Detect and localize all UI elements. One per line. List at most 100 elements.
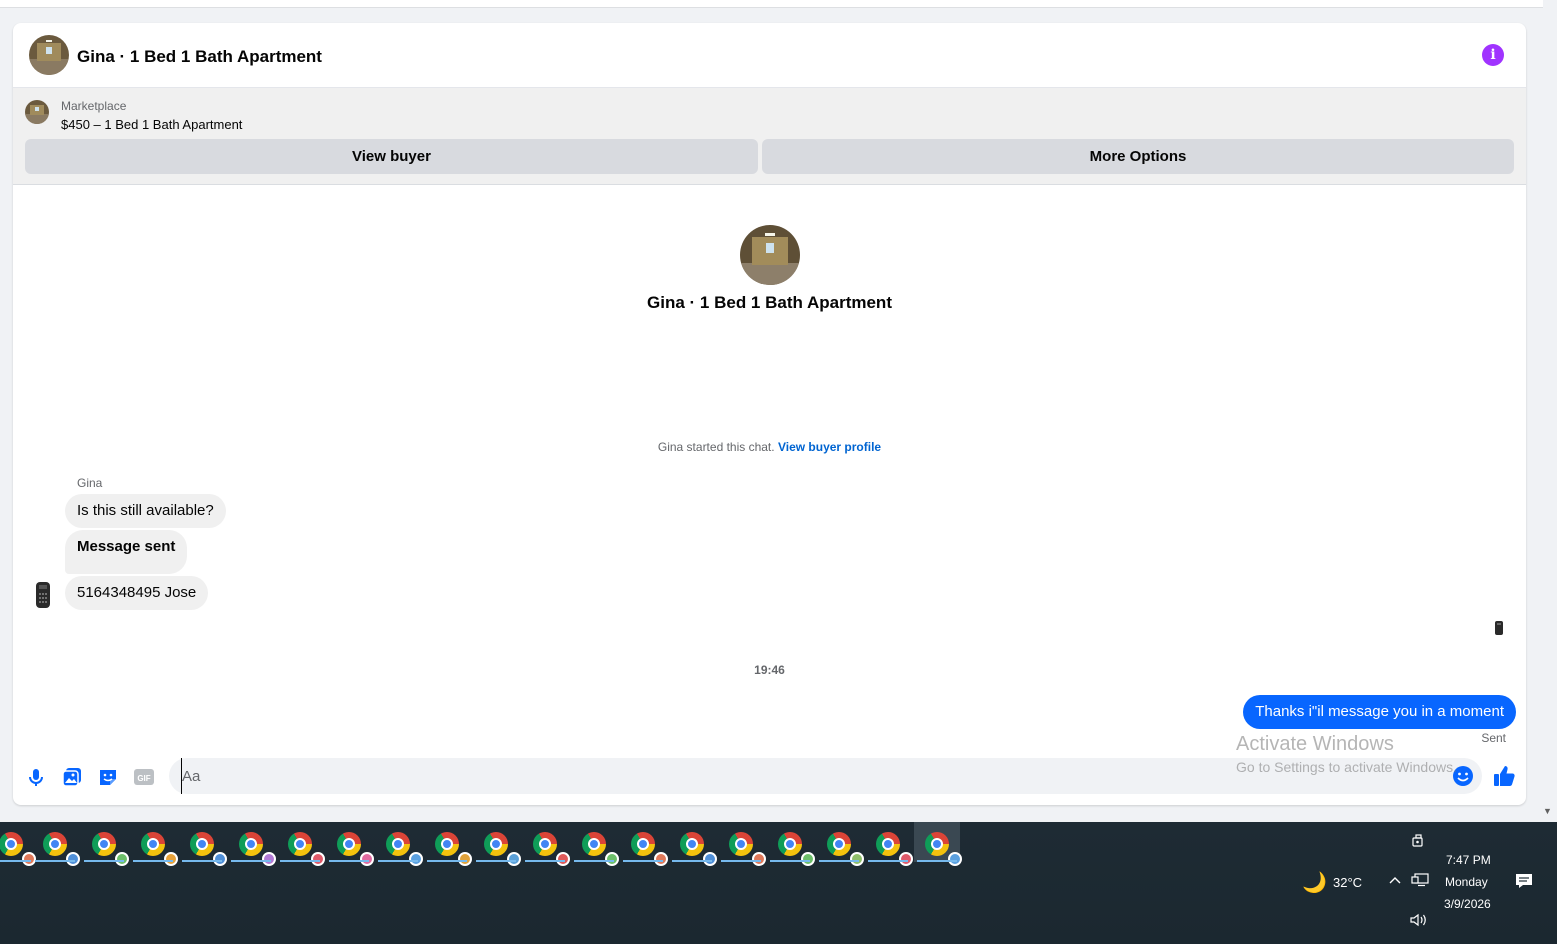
running-indicator	[280, 860, 320, 862]
taskbar-chrome-app[interactable]	[718, 822, 766, 866]
chat-started-text: Gina started this chat.	[657, 440, 775, 454]
svg-text:GIF: GIF	[137, 774, 150, 783]
outgoing-message[interactable]: Thanks i"il message you in a moment	[1243, 695, 1516, 729]
chrome-icon	[190, 832, 227, 866]
profile-badge-icon	[213, 852, 227, 866]
meet-now-icon[interactable]	[1411, 834, 1425, 851]
taskbar-chrome-app[interactable]	[816, 822, 864, 866]
chrome-icon	[484, 832, 521, 866]
sender-name: Gina	[77, 476, 103, 490]
taskbar-chrome-app[interactable]	[669, 822, 717, 866]
moon-icon[interactable]: 🌙	[1302, 870, 1327, 895]
clock-time[interactable]: 7:47 PM	[1446, 853, 1491, 867]
running-indicator	[525, 860, 565, 862]
clock-date[interactable]: 3/9/2026	[1444, 897, 1491, 911]
activation-watermark-subtitle: Go to Settings to activate Windows.	[1236, 759, 1457, 775]
network-icon[interactable]	[1411, 873, 1429, 890]
profile-badge-icon	[360, 852, 374, 866]
running-indicator	[35, 860, 75, 862]
chrome-icon	[386, 832, 423, 866]
taskbar-chrome-app[interactable]	[767, 822, 815, 866]
running-indicator	[84, 860, 124, 862]
profile-badge-icon	[605, 852, 619, 866]
taskbar-chrome-app[interactable]	[571, 822, 619, 866]
taskbar-chrome-app[interactable]	[81, 822, 129, 866]
running-indicator	[770, 860, 810, 862]
listing-title[interactable]: $450 – 1 Bed 1 Bath Apartment	[61, 117, 242, 132]
taskbar-chrome-app[interactable]	[522, 822, 570, 866]
taskbar-chrome-app[interactable]	[914, 822, 962, 866]
microphone-icon[interactable]	[25, 766, 47, 788]
gif-icon[interactable]: GIF	[133, 766, 155, 788]
chrome-icon	[43, 832, 80, 866]
profile-badge-icon	[262, 852, 276, 866]
message-timestamp: 19:46	[754, 663, 785, 677]
read-receipt-avatar	[1495, 621, 1503, 635]
volume-icon[interactable]	[1410, 913, 1428, 930]
incoming-message[interactable]: 5164348495 Jose	[65, 576, 209, 610]
conversation-profile-photo[interactable]	[740, 225, 800, 285]
chrome-icon	[827, 832, 864, 866]
profile-badge-icon	[66, 852, 80, 866]
incoming-message[interactable]: Is this still available?	[65, 494, 226, 528]
conversation-title: Gina · 1 Bed 1 Bath Apartment	[77, 47, 322, 66]
incoming-message[interactable]: Message sent	[65, 530, 188, 574]
profile-badge-icon	[458, 852, 472, 866]
sticker-icon[interactable]	[97, 766, 119, 788]
info-icon[interactable]: i	[1482, 44, 1504, 66]
profile-badge-icon	[752, 852, 766, 866]
chrome-icon	[141, 832, 178, 866]
chrome-icon	[582, 832, 619, 866]
taskbar-chrome-app[interactable]	[424, 822, 472, 866]
running-indicator	[868, 860, 908, 862]
marketplace-banner: Marketplace $450 – 1 Bed 1 Bath Apartmen…	[13, 87, 1526, 185]
running-indicator	[133, 860, 173, 862]
photo-icon[interactable]	[61, 766, 83, 788]
listing-thumbnail[interactable]	[25, 100, 49, 124]
taskbar-chrome-app[interactable]	[375, 822, 423, 866]
chrome-icon	[729, 832, 766, 866]
sender-avatar[interactable]	[31, 580, 55, 610]
running-indicator	[329, 860, 369, 862]
profile-badge-icon	[850, 852, 864, 866]
taskbar-chrome-app[interactable]	[0, 822, 36, 866]
profile-badge-icon	[164, 852, 178, 866]
view-buyer-button[interactable]: View buyer	[25, 139, 758, 174]
chrome-icon	[435, 832, 472, 866]
profile-badge-icon	[507, 852, 521, 866]
profile-badge-icon	[899, 852, 913, 866]
windows-taskbar: 🌙 32°C 7:47 PM Monday 3/9/2026	[0, 822, 1557, 944]
more-options-button[interactable]: More Options	[762, 139, 1514, 174]
taskbar-chrome-app[interactable]	[473, 822, 521, 866]
taskbar-chrome-app[interactable]	[277, 822, 325, 866]
chrome-icon	[533, 832, 570, 866]
chat-window: Gina · 1 Bed 1 Bath Apartment i Marketpl…	[13, 23, 1526, 805]
activation-watermark-title: Activate Windows	[1236, 733, 1394, 755]
marketplace-label: Marketplace	[61, 99, 127, 113]
message-status: Sent	[1481, 731, 1506, 745]
taskbar-chrome-app[interactable]	[32, 822, 80, 866]
chrome-icon	[288, 832, 325, 866]
running-indicator	[574, 860, 614, 862]
taskbar-chrome-app[interactable]	[130, 822, 178, 866]
chat-header: Gina · 1 Bed 1 Bath Apartment i	[13, 23, 1526, 87]
view-buyer-profile-link[interactable]: View buyer profile	[778, 440, 881, 454]
chevron-up-icon[interactable]	[1388, 873, 1402, 890]
running-indicator	[623, 860, 663, 862]
chrome-icon	[925, 832, 962, 866]
notification-icon[interactable]	[1515, 873, 1533, 894]
taskbar-chrome-app[interactable]	[326, 822, 374, 866]
taskbar-chrome-app[interactable]	[228, 822, 276, 866]
clock-day[interactable]: Monday	[1445, 875, 1488, 889]
scroll-down-arrow-icon[interactable]: ▼	[1543, 806, 1552, 816]
conversation-avatar[interactable]	[29, 35, 69, 75]
running-indicator	[721, 860, 761, 862]
taskbar-chrome-app[interactable]	[620, 822, 668, 866]
taskbar-chrome-app[interactable]	[179, 822, 227, 866]
taskbar-chrome-app[interactable]	[865, 822, 913, 866]
profile-badge-icon	[311, 852, 325, 866]
chrome-icon	[239, 832, 276, 866]
conversation-intro-title: Gina · 1 Bed 1 Bath Apartment	[647, 293, 892, 312]
thumbs-up-icon[interactable]	[1492, 764, 1516, 788]
weather-temperature[interactable]: 32°C	[1333, 875, 1362, 890]
